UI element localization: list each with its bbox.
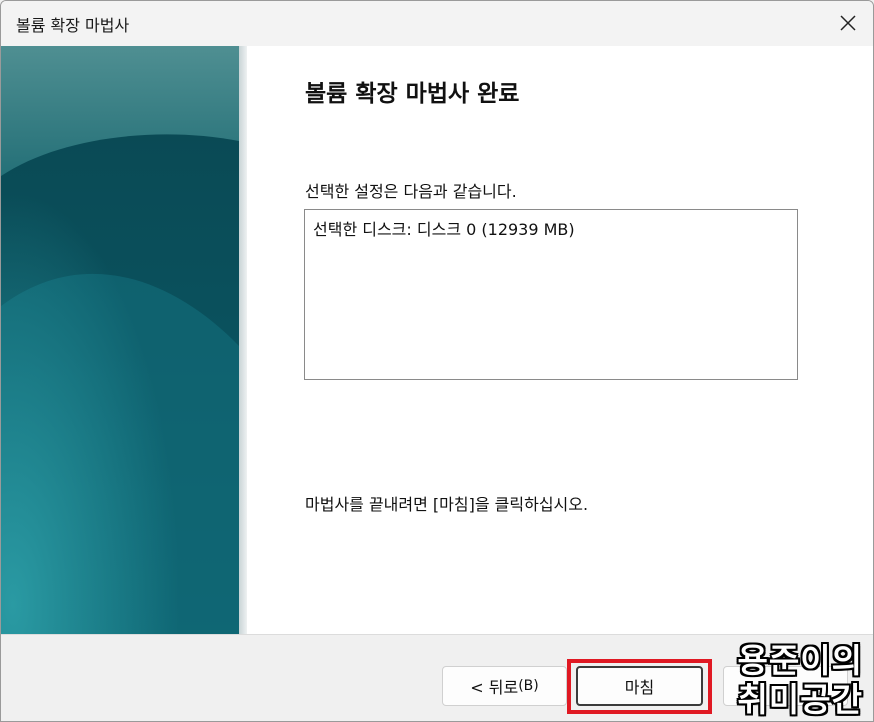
window-title: 볼륨 확장 마법사 <box>16 16 130 35</box>
finish-button-label: 마침 <box>624 678 655 697</box>
settings-label: 선택한 설정은 다음과 같습니다. <box>305 182 517 201</box>
close-button[interactable] <box>835 10 861 36</box>
settings-summary-text: 선택한 디스크: 디스크 0 (12939 MB) <box>313 220 575 239</box>
banner-graphic <box>1 46 239 634</box>
close-icon <box>840 15 856 31</box>
wizard-content: 볼륨 확장 마법사 완료 선택한 설정은 다음과 같습니다. 선택한 디스크: … <box>247 46 873 634</box>
finish-button[interactable]: 마침 <box>576 666 703 706</box>
back-button-label: < 뒤로 <box>470 678 519 697</box>
back-button[interactable]: < 뒤로 (B) <box>442 666 567 706</box>
wizard-window: 볼륨 확장 마법사 볼륨 확장 마법사 완료 선택한 설정은 다음과 같습니다.… <box>0 0 874 722</box>
back-button-shortcut: (B) <box>518 678 539 694</box>
watermark-line-2: 취미공간 <box>737 680 863 719</box>
finish-instruction: 마법사를 끝내려면 [마침]을 클릭하십시오. <box>305 495 589 514</box>
title-bar: 볼륨 확장 마법사 <box>1 1 873 46</box>
panel-divider <box>239 46 247 634</box>
settings-summary-box[interactable]: 선택한 디스크: 디스크 0 (12939 MB) <box>304 209 798 380</box>
wizard-side-banner <box>1 46 239 634</box>
page-title: 볼륨 확장 마법사 완료 <box>305 81 520 107</box>
